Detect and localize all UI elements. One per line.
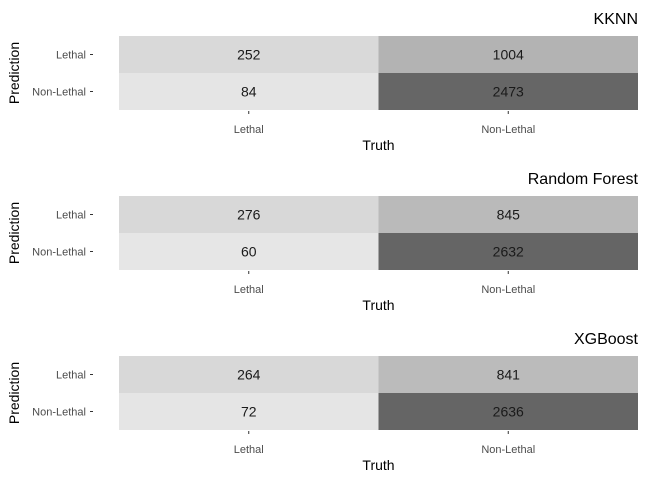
cell-value: 1004: [493, 47, 524, 63]
x-axis-label: Truth: [362, 297, 394, 313]
y-tick-label: Lethal: [56, 210, 86, 222]
panel-title: KKNN: [594, 11, 638, 28]
y-axis-label: Prediction: [6, 202, 22, 264]
y-tick-label: Non-Lethal: [32, 407, 86, 419]
cell-value: 276: [237, 207, 261, 223]
cell-value: 845: [497, 207, 521, 223]
y-tick-label: Non-Lethal: [32, 87, 86, 99]
cell-value: 60: [241, 244, 257, 260]
x-axis-label: Truth: [362, 457, 394, 473]
y-tick-label: Lethal: [56, 370, 86, 382]
cell-value: 841: [497, 367, 521, 383]
x-tick-label: Non-Lethal: [481, 124, 535, 136]
y-tick-label: Non-Lethal: [32, 247, 86, 259]
cell-value: 2636: [493, 404, 524, 420]
x-tick-label: Non-Lethal: [481, 444, 535, 456]
panel-title: Random Forest: [528, 171, 639, 188]
panel-title: XGBoost: [574, 331, 639, 348]
chart-svg: KKNN 252 1004 Lethal 84 2473 Non-Lethal Lethal N…: [6, 11, 639, 473]
confusion-matrix-figure: KKNN 252 1004 Lethal 84 2473 Non-Lethal Lethal N…: [0, 0, 672, 480]
cell-value: 264: [237, 367, 261, 383]
y-axis-label: Prediction: [6, 42, 22, 104]
x-tick-label: Lethal: [234, 124, 264, 136]
cell-value: 72: [241, 404, 257, 420]
x-tick-label: Lethal: [234, 284, 264, 296]
cell-value: 2473: [493, 84, 524, 100]
cell-value: 84: [241, 84, 257, 100]
cell-value: 2632: [493, 244, 524, 260]
y-tick-label: Lethal: [56, 50, 86, 62]
y-axis-label: Prediction: [6, 362, 22, 424]
cell-value: 252: [237, 47, 261, 63]
x-tick-label: Non-Lethal: [481, 284, 535, 296]
x-tick-label: Lethal: [234, 444, 264, 456]
x-axis-label: Truth: [362, 137, 394, 153]
